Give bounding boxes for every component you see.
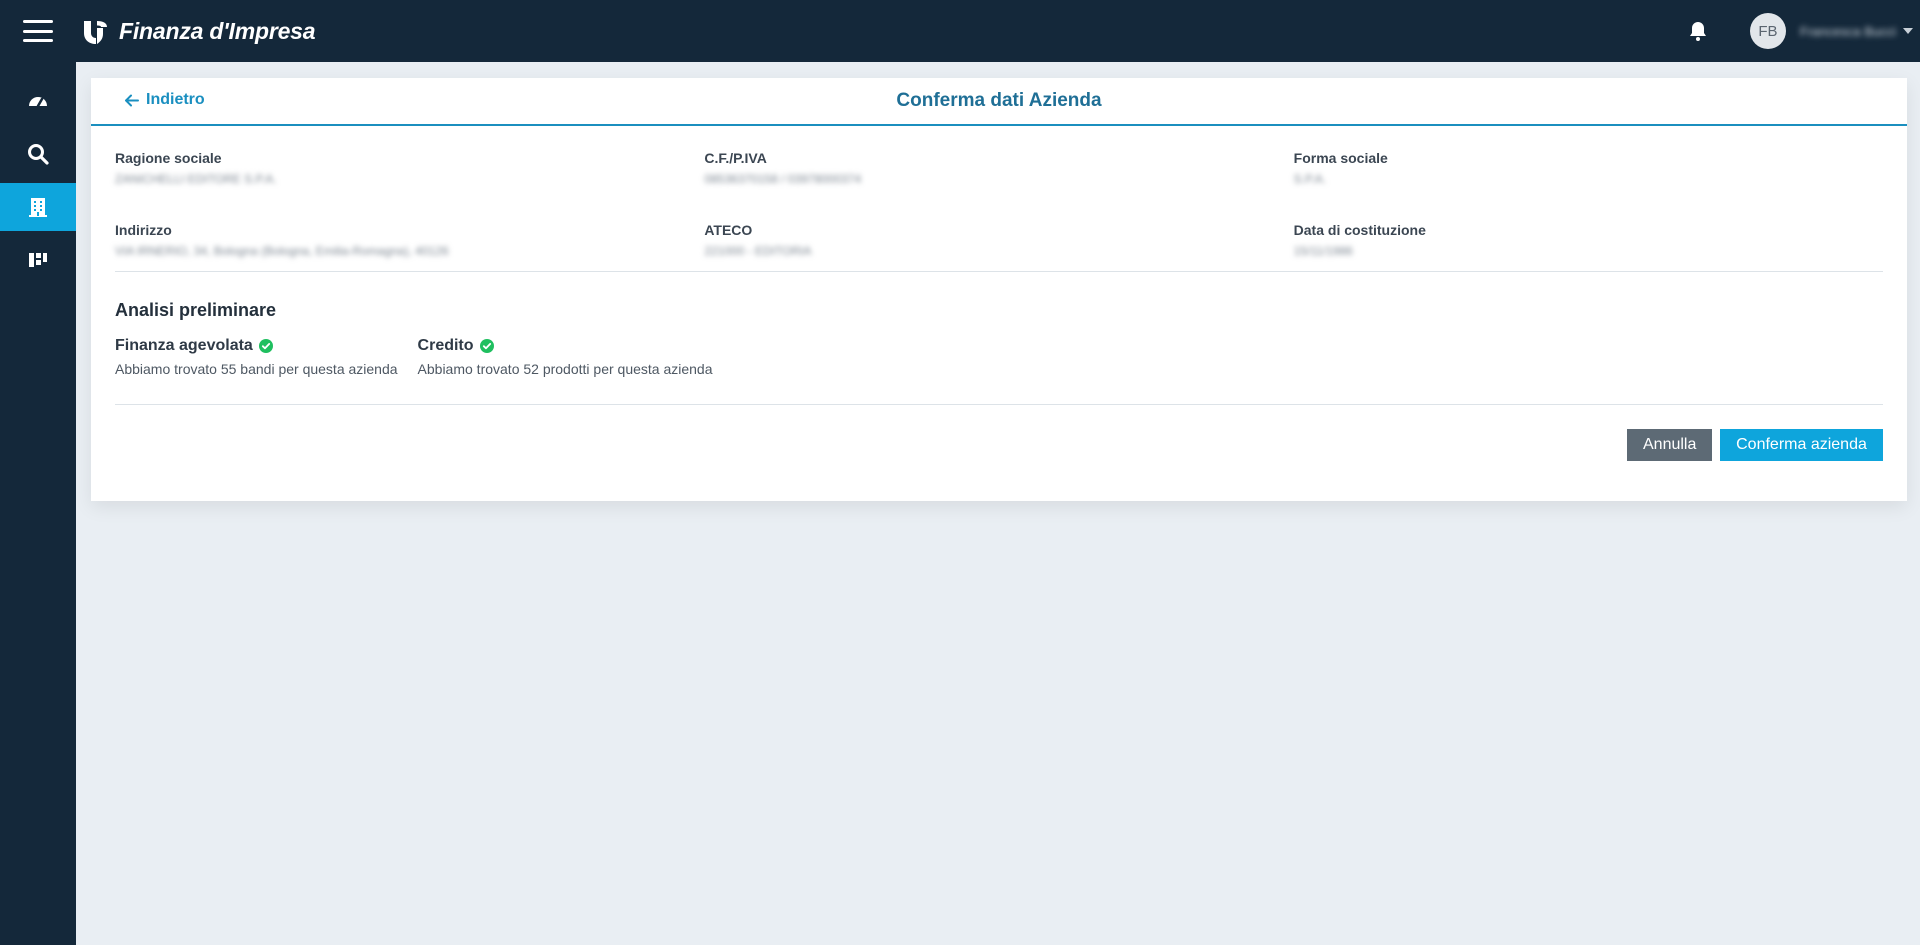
confirm-company-button[interactable]: Conferma azienda	[1720, 429, 1883, 461]
field-forma-sociale: Forma sociale S.P.A.	[1294, 150, 1883, 222]
field-label: Indirizzo	[115, 222, 172, 238]
field-ateco: ATECO 221000 - EDITORIA	[704, 222, 1293, 294]
field-label: Data di costituzione	[1293, 222, 1426, 238]
field-cf-piva: C.F./P.IVA 08536370158 / 03978000374	[704, 150, 1293, 222]
field-indirizzo: Indirizzo VIA IRNERIO, 34, Bologna (Bolo…	[115, 222, 704, 294]
analisi-item-title: Credito	[417, 337, 474, 354]
divider	[115, 271, 1883, 272]
speedometer-icon	[29, 97, 47, 108]
analisi-item-head: Credito	[418, 337, 713, 355]
sidebar-item-companies[interactable]	[0, 183, 76, 231]
field-value: 221000 - EDITORIA	[704, 244, 812, 258]
brand[interactable]: Finanza d'Impresa	[81, 17, 316, 45]
top-bar: Finanza d'Impresa FB Francesca Bucci	[0, 0, 1920, 62]
bell-icon[interactable]	[1686, 19, 1710, 43]
info-row: Ragione sociale ZANICHELLI EDITORE S.P.A…	[115, 150, 1883, 222]
sidebar	[0, 62, 76, 945]
logo-icon	[84, 21, 107, 44]
field-value: 15/11/1986	[1293, 244, 1353, 258]
building-icon	[29, 198, 47, 217]
arrow-left-icon	[125, 94, 139, 106]
field-label: Forma sociale	[1293, 150, 1388, 166]
topbar-right: FB Francesca Bucci	[1686, 0, 1920, 62]
analisi-item-credito: Credito Abbiamo trovato 52 prodotti per …	[418, 337, 713, 377]
section-title: Analisi preliminare	[115, 300, 277, 320]
field-label: ATECO	[704, 222, 753, 238]
grid-icon	[29, 253, 47, 267]
analisi-item-finanza-agevolata: Finanza agevolata Abbiamo trovato 55 ban…	[115, 337, 398, 377]
user-name[interactable]: Francesca Bucci	[1800, 24, 1896, 39]
back-link[interactable]: Indietro	[124, 91, 205, 109]
sidebar-item-search[interactable]	[0, 130, 76, 178]
field-value: 08536370158 / 03978000374	[704, 172, 862, 186]
divider	[115, 404, 1883, 405]
confirm-company-card: Indietro Conferma dati Azienda Ragione s…	[91, 78, 1907, 501]
page-title: Conferma dati Azienda	[896, 90, 1102, 111]
cancel-button[interactable]: Annulla	[1627, 429, 1712, 461]
analisi-item-description: Abbiamo trovato 52 prodotti per questa a…	[417, 361, 713, 377]
field-value: VIA IRNERIO, 34, Bologna (Bologna, Emili…	[115, 244, 449, 258]
card-header: Indietro Conferma dati Azienda	[91, 78, 1907, 126]
info-row: Indirizzo VIA IRNERIO, 34, Bologna (Bolo…	[115, 222, 1883, 294]
brand-name: Finanza d'Impresa	[119, 17, 316, 44]
hamburger-icon	[23, 20, 53, 42]
company-info: Ragione sociale ZANICHELLI EDITORE S.P.A…	[115, 150, 1883, 294]
search-icon	[28, 144, 49, 165]
field-data-costituzione: Data di costituzione 15/11/1986	[1294, 222, 1883, 294]
field-ragione-sociale: Ragione sociale ZANICHELLI EDITORE S.P.A…	[115, 150, 704, 222]
field-value: ZANICHELLI EDITORE S.P.A.	[115, 172, 277, 186]
analisi-item-title: Finanza agevolata	[115, 337, 253, 354]
field-value: S.P.A.	[1293, 172, 1327, 186]
menu-button[interactable]	[0, 0, 76, 62]
chevron-down-icon[interactable]	[1902, 25, 1914, 37]
sidebar-item-dashboard[interactable]	[0, 77, 76, 125]
avatar[interactable]: FB	[1749, 13, 1786, 49]
sidebar-item-boards[interactable]	[0, 236, 76, 284]
analisi-list: Finanza agevolata Abbiamo trovato 55 ban…	[115, 337, 733, 377]
analisi-item-head: Finanza agevolata	[115, 337, 398, 355]
field-label: Ragione sociale	[115, 150, 222, 166]
check-circle-icon	[258, 339, 273, 353]
check-circle-icon	[479, 339, 494, 353]
analisi-item-description: Abbiamo trovato 55 bandi per questa azie…	[115, 361, 398, 377]
back-label: Indietro	[146, 91, 205, 108]
field-label: C.F./P.IVA	[704, 150, 767, 166]
